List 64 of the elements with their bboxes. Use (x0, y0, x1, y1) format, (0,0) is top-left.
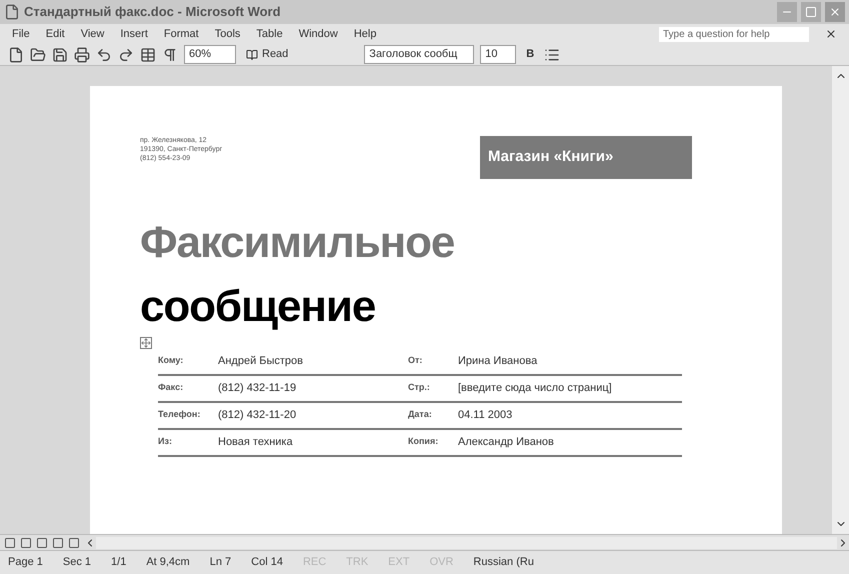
field-label: Копия: (408, 435, 440, 448)
view-mode-icon[interactable] (52, 536, 64, 548)
field-label: От: (408, 354, 424, 368)
window-title: Стандартный факс.doc - Microsoft Word (24, 3, 282, 22)
open-folder-icon[interactable] (30, 46, 46, 62)
menu-item[interactable]: File (12, 26, 30, 42)
vertical-scrollbar[interactable] (832, 66, 849, 534)
new-document-icon[interactable] (8, 46, 24, 62)
close-icon[interactable] (825, 28, 837, 40)
menu-item[interactable]: View (80, 26, 104, 42)
field-value: (812) 432-11-20 (218, 408, 298, 423)
field-label: Телефон: (158, 408, 202, 422)
view-mode-icon[interactable] (36, 536, 48, 548)
field-value: (812) 432-11-19 (218, 380, 298, 396)
message-title: сообщение (140, 284, 376, 328)
field-value: 04.11 2003 (458, 408, 514, 423)
status-text: Ln 7 (210, 555, 232, 570)
table-move-handle-icon[interactable] (140, 336, 152, 348)
field-value: Ирина Иванова (458, 354, 538, 369)
field-label: Кому: (158, 354, 184, 368)
view-mode-icon[interactable] (68, 536, 80, 548)
view-mode-icon[interactable] (4, 536, 16, 548)
font-size-dropdown[interactable]: 10 (480, 45, 516, 64)
status-text: Col 14 (251, 555, 283, 570)
field-label: Из: (158, 435, 173, 448)
close-icon (829, 6, 841, 18)
menu-item[interactable]: Insert (120, 26, 148, 42)
field-label: Стр.: (408, 381, 431, 394)
company-banner: Магазин «Книги» (480, 136, 692, 178)
table-icon[interactable] (140, 46, 156, 62)
field-value: Андрей Быстров (218, 354, 304, 369)
view-mode-icon[interactable] (20, 536, 32, 548)
field-value: [введите сюда число страниц] (458, 380, 613, 396)
menu-item[interactable]: Window (298, 26, 338, 42)
fax-title: Факсимильное (140, 220, 456, 264)
menu-item[interactable]: Tools (214, 26, 240, 42)
bold-button[interactable]: B (522, 46, 538, 63)
help-search-field[interactable]: Type a question for help (659, 26, 809, 42)
horizontal-scrollbar[interactable] (96, 536, 837, 548)
status-text: Sec 1 (62, 555, 92, 570)
field-label: Дата: (408, 408, 433, 422)
status-text: Russian (Ru (473, 555, 534, 570)
pilcrow-icon[interactable] (162, 46, 178, 62)
redo-icon[interactable] (118, 46, 134, 62)
document-icon (4, 4, 20, 20)
menu-item[interactable]: Help (354, 26, 376, 42)
field-label: Факс: (158, 381, 184, 394)
field-value: Александр Иванов (458, 434, 555, 450)
book-icon (246, 48, 258, 60)
menu-item[interactable]: Format (164, 26, 199, 42)
list-icon[interactable] (544, 46, 560, 62)
menu-item[interactable]: Edit (46, 26, 65, 42)
status-text: At 9,4cm (146, 555, 190, 570)
status-text: Page 1 (8, 555, 43, 570)
style-dropdown[interactable]: Заголовок сообщ (364, 45, 474, 64)
save-icon[interactable] (52, 46, 68, 62)
printer-icon[interactable] (74, 46, 90, 62)
read-button[interactable]: Read (242, 46, 292, 63)
menu-item[interactable]: Table (256, 26, 283, 42)
maximize-icon (805, 6, 817, 18)
undo-icon[interactable] (96, 46, 112, 62)
zoom-dropdown[interactable]: 60% (184, 45, 236, 64)
field-value: Новая техника (218, 434, 294, 450)
status-text: 1/1 (111, 555, 126, 570)
